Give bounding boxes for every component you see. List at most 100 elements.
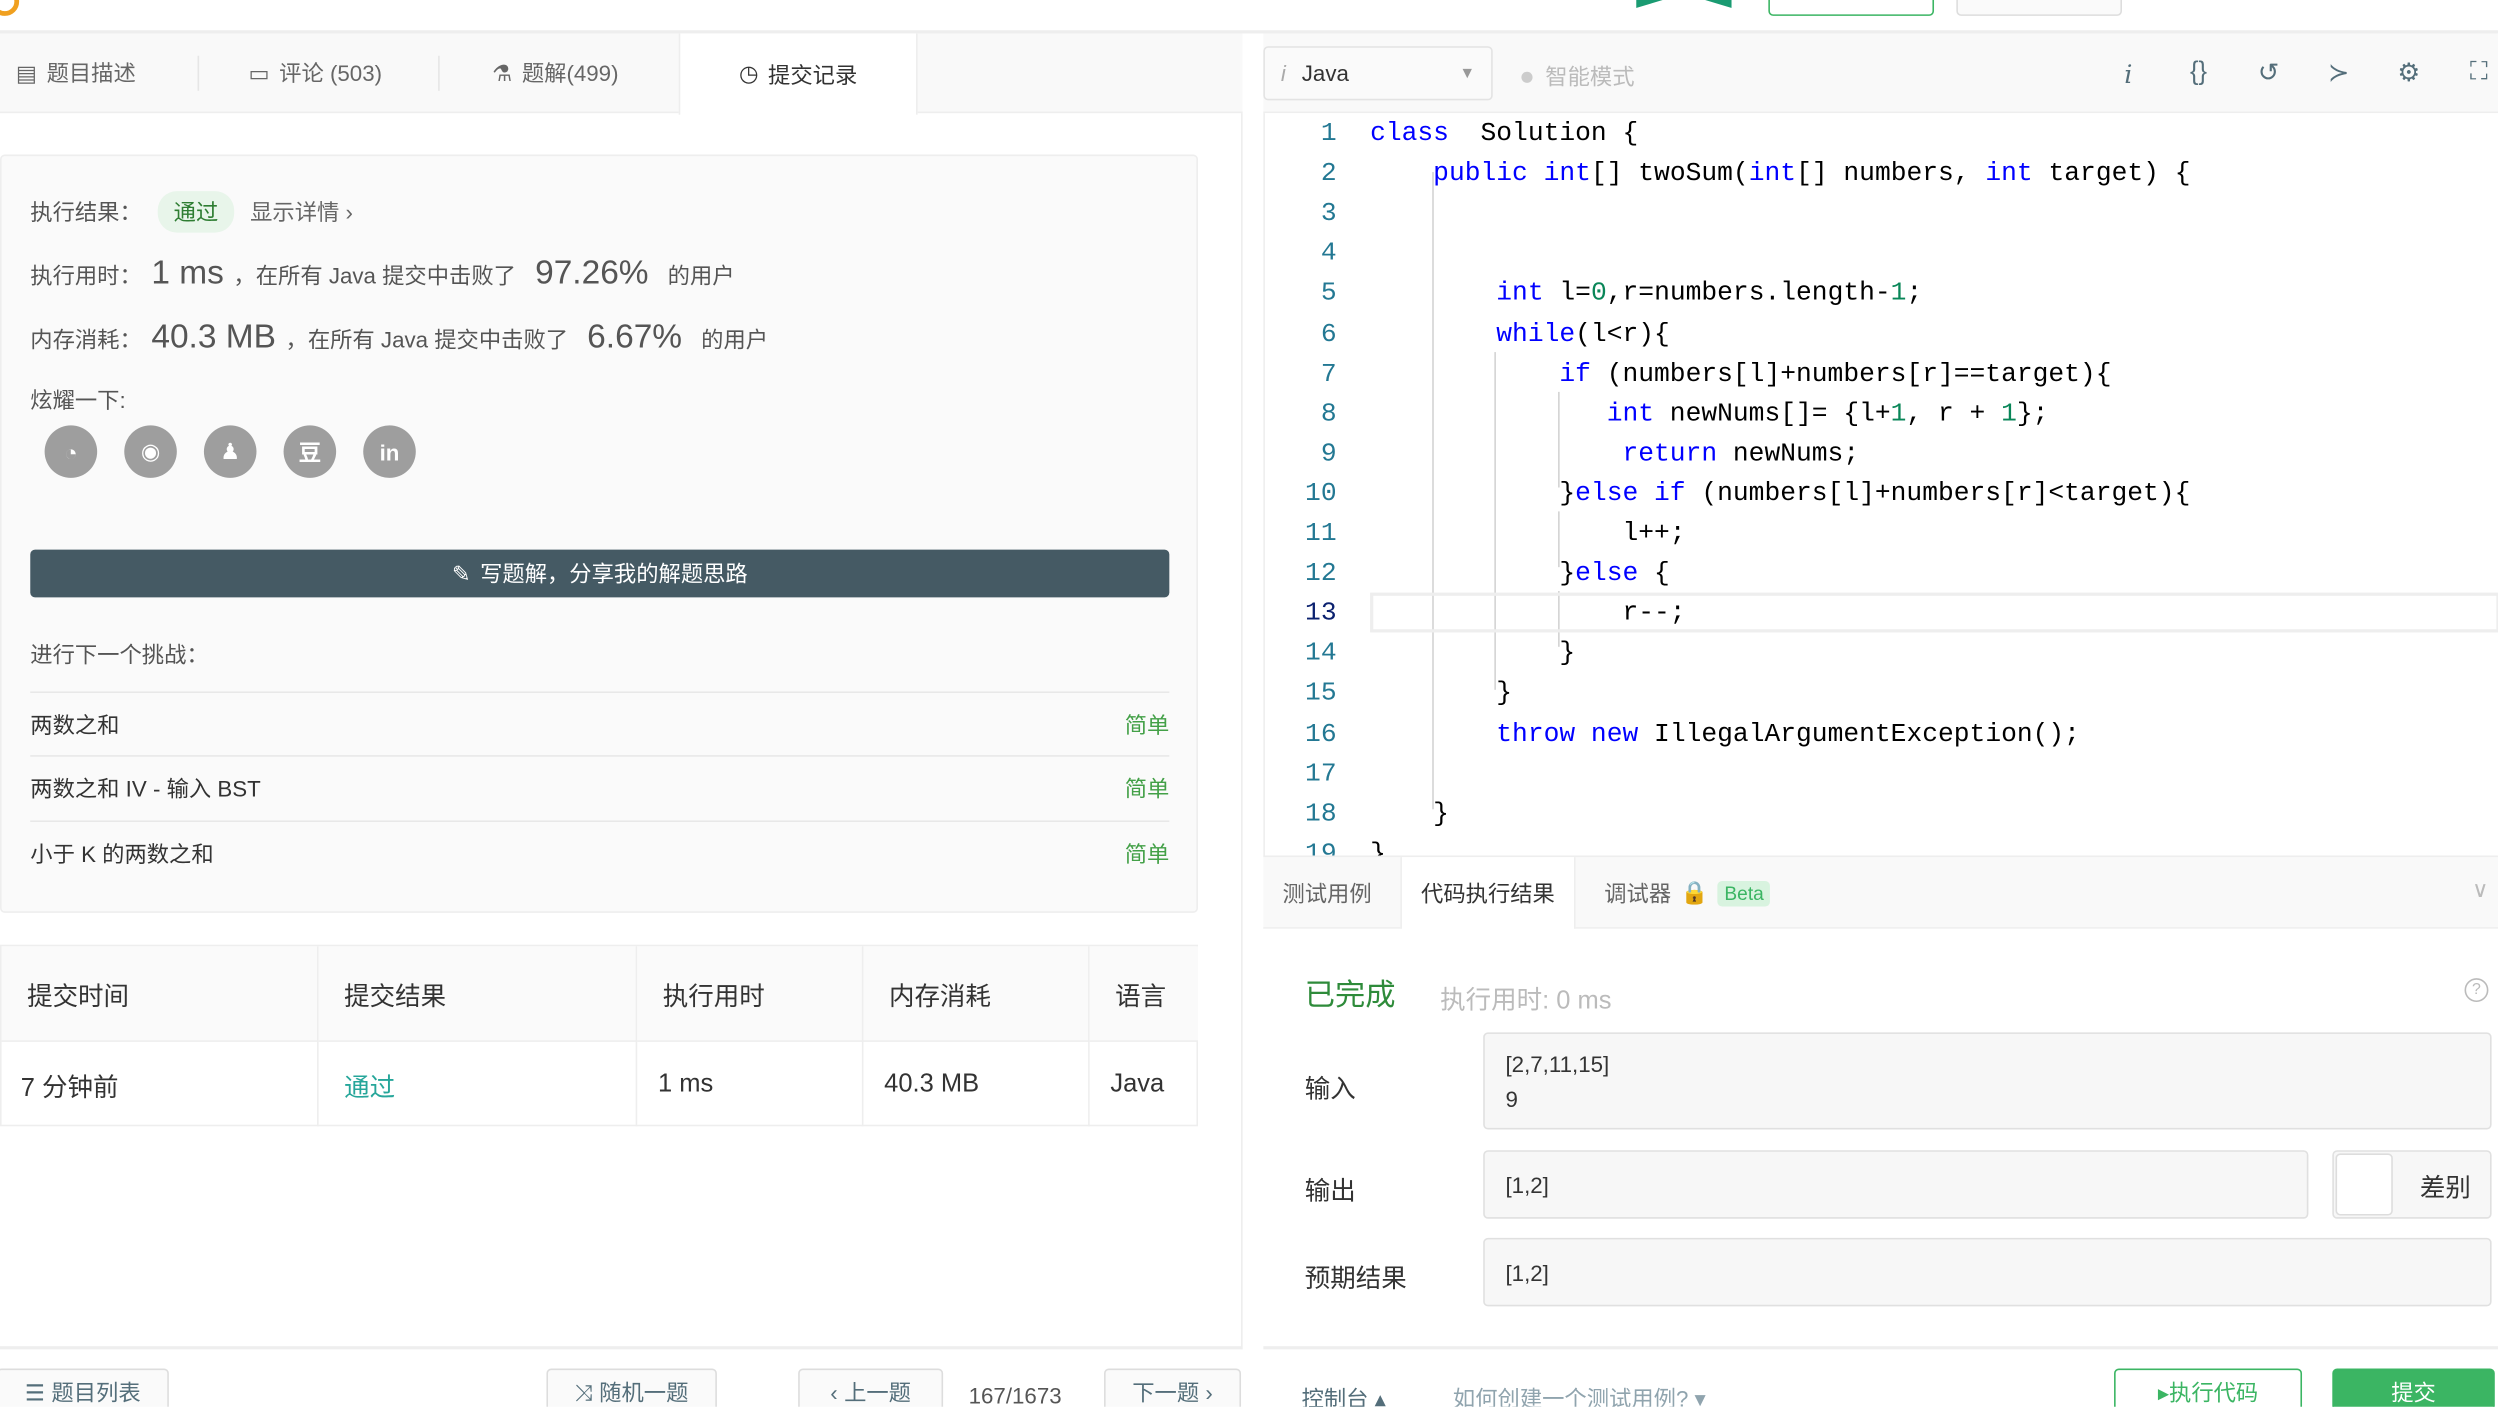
code-line[interactable]: 13 r--; — [1265, 592, 2498, 633]
howto-testcase-link[interactable]: 如何创建一个测试用例? ▾ — [1453, 1383, 1706, 1407]
submissions-table: 提交时间 提交结果 执行用时 内存消耗 语言 7 分钟前 通过 1 ms 40.… — [0, 944, 1199, 1127]
run-result-panel: 已完成 执行用时: 0 ms ? 输入 [2,7,11,15] 9 输出 [1,… — [1263, 928, 2498, 1347]
fullscreen-icon[interactable]: ⛶ — [2461, 56, 2496, 91]
caret-down-icon: ▼ — [1459, 64, 1476, 83]
line-number: 1 — [1320, 117, 1337, 149]
challenge-item[interactable]: 小于 K 的两数之和 简单 — [30, 820, 1169, 884]
terminal-icon[interactable]: ≻ — [2321, 56, 2356, 91]
settings-icon[interactable]: ⚙ — [2391, 56, 2426, 91]
line-number: 14 — [1305, 637, 1337, 668]
line-number: 6 — [1320, 317, 1337, 349]
format-braces-icon[interactable]: {} — [2181, 56, 2216, 91]
line-number: 7 — [1320, 357, 1337, 389]
logo-icon[interactable] — [0, 0, 20, 16]
code-line[interactable]: 8 int newNums[]= {l+1, r + 1}; — [1265, 393, 2498, 433]
list-icon: ☰ — [25, 1378, 46, 1405]
chevron-left-icon: ‹ — [830, 1379, 838, 1406]
top-button-gray[interactable] — [1956, 0, 2123, 16]
console-toggle[interactable]: 控制台 ▴ — [1302, 1383, 1386, 1407]
qq-icon[interactable]: ♟ — [203, 425, 257, 478]
tab-testcase[interactable]: 测试用例 — [1263, 857, 1390, 929]
line-number: 8 — [1320, 397, 1337, 429]
run-code-button[interactable]: ▸执行代码 — [2114, 1368, 2303, 1407]
code-text: } — [1370, 797, 1449, 828]
info-icon[interactable]: i — [2111, 56, 2146, 91]
code-text: while(l<r){ — [1496, 317, 1670, 349]
reset-icon[interactable]: ↺ — [2251, 56, 2286, 91]
expected-value: [1,2] — [1483, 1237, 2492, 1307]
top-navbar — [0, 0, 2498, 34]
panel-divider[interactable] — [1241, 113, 1243, 1350]
tab-comments[interactable]: ▭ 评论 (503) — [249, 33, 383, 113]
code-line[interactable]: 15 } — [1265, 673, 2498, 713]
line-number: 16 — [1305, 717, 1337, 748]
code-line[interactable]: 9 return newNums; — [1265, 433, 2498, 473]
toggle-switch[interactable] — [2335, 1153, 2393, 1216]
code-line[interactable]: 17 — [1265, 753, 2498, 793]
runtime-percent: 97.26% — [535, 254, 649, 292]
code-line[interactable]: 14 } — [1265, 633, 2498, 673]
code-line[interactable]: 7 if (numbers[l]+numbers[r]==target){ — [1265, 353, 2498, 393]
random-problem-button[interactable]: ⤨ 随机一题 — [546, 1368, 717, 1407]
status-badge: 通过 — [157, 191, 235, 233]
code-text: return newNums; — [1622, 437, 1860, 469]
code-line[interactable]: 16 throw new IllegalArgumentException(); — [1265, 713, 2498, 753]
code-text: } — [1370, 837, 1386, 856]
challenge-item[interactable]: 两数之和 简单 — [30, 691, 1169, 755]
language-select[interactable]: i Java ▼ — [1263, 46, 1493, 101]
douban-icon[interactable]: 豆 — [283, 425, 337, 478]
chevron-down-icon[interactable]: ∨ — [2472, 876, 2488, 903]
editor-toolbar: i Java ▼ 智能模式 i {} ↺ ≻ ⚙ ⛶ — [1263, 33, 2498, 114]
code-line[interactable]: 10 }else if (numbers[l]+numbers[r]<targe… — [1265, 473, 2498, 513]
code-text: l++; — [1370, 517, 1686, 549]
shuffle-icon: ⤨ — [574, 1378, 593, 1405]
line-number: 4 — [1320, 237, 1337, 269]
write-solution-button[interactable]: ✎ 写题解，分享我的解题思路 — [30, 549, 1170, 598]
code-line[interactable]: 3 — [1265, 193, 2498, 233]
info-icon: i — [1280, 60, 1286, 87]
input-value: [2,7,11,15] 9 — [1483, 1032, 2492, 1130]
tab-debugger[interactable]: 调试器 🔒 Beta — [1585, 857, 1789, 929]
weibo-icon[interactable]: ◉ — [124, 425, 177, 478]
tab-description[interactable]: ▤ 题目描述 — [16, 33, 136, 113]
submit-button[interactable]: 提交 — [2332, 1368, 2495, 1407]
code-line[interactable]: 1 class Solution { — [1265, 113, 2498, 153]
help-icon[interactable]: ? — [2464, 978, 2489, 1003]
challenge-item[interactable]: 两数之和 IV - 输入 BST 简单 — [30, 755, 1169, 819]
line-number: 9 — [1320, 437, 1337, 469]
comment-icon: ▭ — [248, 59, 270, 86]
page-indicator: 167/1673 — [968, 1382, 1062, 1407]
submission-result-link[interactable]: 通过 — [319, 1041, 638, 1127]
code-text: } — [1370, 637, 1576, 668]
code-line[interactable]: 4 — [1265, 233, 2498, 273]
line-number: 15 — [1305, 677, 1337, 708]
code-line[interactable]: 5 int l=0,r=numbers.length-1; — [1265, 273, 2498, 313]
smart-mode-toggle[interactable]: 智能模式 — [1521, 61, 1635, 93]
output-value: [1,2] — [1483, 1150, 2309, 1219]
code-line[interactable]: 11 l++; — [1265, 513, 2498, 553]
tab-run-result[interactable]: 代码执行结果 — [1400, 857, 1576, 931]
code-line[interactable]: 6 while(l<r){ — [1265, 313, 2498, 353]
show-details-link[interactable]: 显示详情 › — [250, 196, 353, 228]
code-line[interactable]: 19} — [1265, 833, 2498, 856]
code-line[interactable]: 12 }else { — [1265, 553, 2498, 593]
problem-list-button[interactable]: ☰ 题目列表 — [0, 1368, 169, 1407]
diff-toggle[interactable]: 差别 — [2332, 1150, 2492, 1219]
code-editor[interactable]: 1 class Solution {2 public int[] twoSum(i… — [1263, 113, 2498, 856]
line-number: 10 — [1305, 477, 1337, 509]
wechat-icon[interactable]: ◔ — [44, 425, 98, 478]
description-icon: ▤ — [15, 59, 38, 86]
line-number: 3 — [1320, 197, 1337, 229]
code-line[interactable]: 2 public int[] twoSum(int[] numbers, int… — [1265, 153, 2498, 193]
next-problem-button[interactable]: 下一题 › — [1104, 1368, 1242, 1407]
line-number: 2 — [1320, 157, 1337, 189]
runtime-value: 1 ms — [151, 254, 224, 292]
linkedin-icon[interactable]: in — [363, 425, 416, 478]
beta-badge: Beta — [1718, 880, 1771, 906]
code-text: public int[] twoSum(int[] numbers, int t… — [1433, 157, 2191, 189]
top-button-green[interactable] — [1768, 0, 1935, 16]
tab-solutions[interactable]: ⚗ 题解(499) — [492, 33, 618, 113]
code-line[interactable]: 18 } — [1265, 793, 2498, 833]
prev-problem-button[interactable]: ‹ 上一题 — [798, 1368, 944, 1407]
tab-submissions[interactable]: ◷ 提交记录 — [678, 33, 918, 115]
